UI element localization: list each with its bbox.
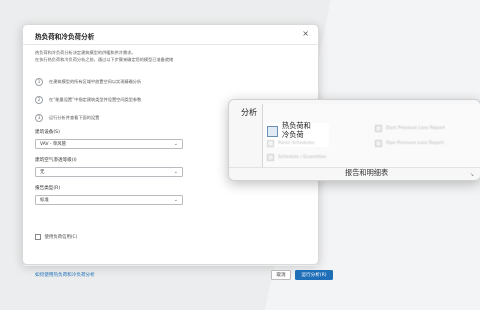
duct-pressure-report-button[interactable]: Duct Pressure Loss Report (375, 125, 445, 132)
pipe-pressure-report-icon (375, 140, 382, 147)
step-number-icon: 1 (35, 78, 43, 86)
intro-text: 热负荷和冷负荷分析决定建筑模型的供暖和供冷需求。 在执行热负荷和冷负荷分析之前，… (35, 49, 173, 63)
ribbon-divider (262, 104, 263, 174)
panel-schedules-button[interactable]: Panel Schedules (267, 140, 315, 147)
schedule-quantities-icon (267, 154, 274, 161)
panel-schedules-label: Panel Schedules (278, 141, 315, 146)
reports-schedules-label: 报告和明细表 (345, 168, 389, 177)
intro-line-2: 在执行热负荷和冷负荷分析之前，通过以下步骤来确定您的模型已准备就绪 (35, 57, 174, 62)
pipe-pressure-report-button[interactable]: Pipe Pressure Loss Report (375, 140, 444, 147)
step-number-icon: 3 (35, 114, 43, 122)
schedule-quantities-label: Schedule / Quantities (278, 155, 327, 160)
help-link[interactable]: 如何使用热负荷和冷负荷分析 (35, 272, 95, 278)
chevron-down-icon: ⌄ (173, 169, 178, 175)
use-load-credits-label: 使用负荷信用(C) (44, 235, 78, 240)
report-type-label: 报告类型(R) (35, 186, 61, 191)
air-leakage-value: 无 (40, 170, 45, 175)
step-text: 在建筑模型的所有区域中放置空间以实现精确分析 (49, 79, 142, 84)
pipe-pressure-report-label: Pipe Pressure Loss Report (386, 141, 444, 146)
step-text: 运行分析并查看下面的设置 (49, 115, 100, 120)
panel-schedules-icon (267, 140, 274, 147)
duct-pressure-report-label: Duct Pressure Loss Report (386, 126, 445, 131)
heating-cooling-loads-line-1: 热负荷和 (282, 121, 311, 130)
dialog-title: 热负荷和冷负荷分析 (35, 33, 95, 41)
dialog-launcher-icon[interactable]: ↘ (470, 172, 474, 178)
ribbon-callout: 分析 热负荷和 冷负荷 Panel Schedules Schedule / Q… (228, 99, 480, 181)
step-number-icon: 2 (35, 96, 43, 104)
air-leakage-label: 建筑空气渗透等级(I) (35, 158, 77, 163)
report-type-select[interactable]: 标准 ⌄ (35, 195, 183, 205)
chevron-down-icon: ⌄ (173, 197, 178, 203)
heating-cooling-loads-label: 热负荷和 冷负荷 (282, 121, 311, 139)
use-load-credits-row[interactable]: 使用负荷信用(C) (35, 234, 77, 240)
title-divider (23, 44, 318, 45)
step-text: 在“能量设置”中指定建筑类型并设置空间类型参数 (49, 97, 142, 102)
building-service-select[interactable]: VAV - 单风管 ⌄ (35, 139, 183, 149)
heating-cooling-loads-line-2: 冷负荷 (282, 130, 304, 139)
step-3: 3 运行分析并查看下面的设置 (35, 114, 99, 122)
footer-divider (23, 265, 318, 266)
step-2: 2 在“能量设置”中指定建筑类型并设置空间类型参数 (35, 96, 141, 104)
chevron-down-icon: ⌄ (173, 141, 178, 147)
duct-pressure-report-icon (375, 125, 382, 132)
step-1: 1 在建筑模型的所有区域中放置空间以实现精确分析 (35, 78, 141, 86)
building-service-label: 建筑设备(S) (35, 130, 60, 135)
ribbon-panel-title: 分析 (241, 108, 257, 117)
run-analysis-button[interactable]: 运行分析(R) (295, 270, 333, 280)
report-type-value: 标准 (40, 198, 49, 203)
use-load-credits-checkbox[interactable] (35, 234, 41, 240)
air-leakage-select[interactable]: 无 ⌄ (35, 167, 183, 177)
heating-cooling-loads-icon (267, 126, 278, 137)
schedule-quantities-button[interactable]: Schedule / Quantities (267, 154, 326, 161)
close-icon[interactable]: × (302, 29, 309, 38)
building-service-value: VAV - 单风管 (40, 142, 66, 147)
cancel-button[interactable]: 取消 (271, 270, 291, 280)
intro-line-1: 热负荷和冷负荷分析决定建筑模型的供暖和供冷需求。 (35, 50, 136, 55)
